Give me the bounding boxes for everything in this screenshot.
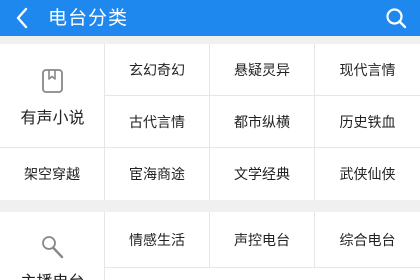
page-title: 电台分类 xyxy=(48,7,129,29)
subcategory-item[interactable]: 古代言情 xyxy=(105,96,210,148)
subcategory-item[interactable]: 文学经典 xyxy=(210,148,315,200)
chevron-left-icon xyxy=(16,7,28,29)
subcategory-item[interactable]: 情感生活 xyxy=(105,212,210,268)
category-section-anchor-radio: 主播电台 情感生活 声控电台 综合电台 xyxy=(0,212,420,280)
category-section-audiobooks: 有声小说 玄幻奇幻 悬疑灵异 现代言情 古代言情 都市纵横 历史铁血 架空穿越 … xyxy=(0,44,420,200)
subcategory-item[interactable]: 声控电台 xyxy=(210,212,315,268)
subcategory-item[interactable]: 都市纵横 xyxy=(210,96,315,148)
subcategory-item[interactable]: 架空穿越 xyxy=(0,148,105,200)
subcategory-item[interactable]: 宦海商途 xyxy=(105,148,210,200)
category-title: 主播电台 xyxy=(0,268,104,280)
microphone-icon xyxy=(42,236,64,259)
subcategory-item[interactable]: 武侠仙侠 xyxy=(315,148,420,200)
subcategory-item[interactable]: 悬疑灵异 xyxy=(210,44,315,96)
search-icon xyxy=(386,8,407,29)
book-icon xyxy=(42,69,63,93)
category-header-audiobooks[interactable]: 有声小说 xyxy=(0,44,105,148)
search-button[interactable] xyxy=(382,4,410,32)
app-header: 电台分类 xyxy=(0,0,420,36)
category-header-anchor-radio[interactable]: 主播电台 xyxy=(0,212,105,280)
back-button[interactable] xyxy=(8,4,36,32)
subcategory-item[interactable]: 现代言情 xyxy=(315,44,420,96)
subcategory-item[interactable]: 综合电台 xyxy=(315,212,420,268)
subcategory-item[interactable]: 玄幻奇幻 xyxy=(105,44,210,96)
category-title: 有声小说 xyxy=(20,108,85,127)
subcategory-item[interactable]: 历史铁血 xyxy=(315,96,420,148)
